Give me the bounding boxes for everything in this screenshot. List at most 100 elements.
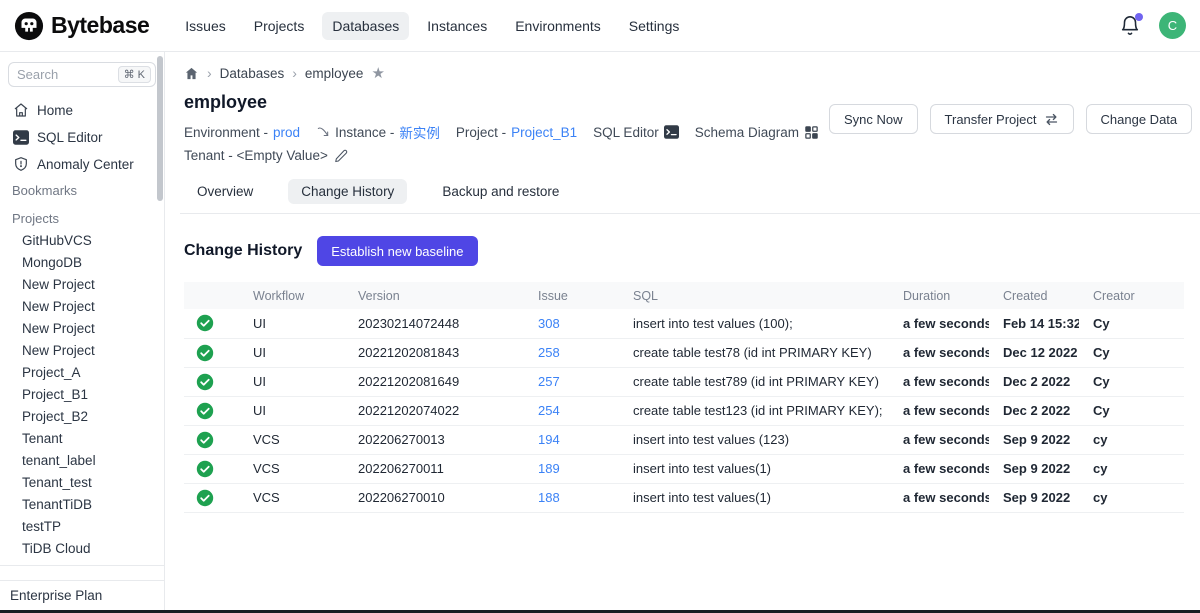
- sidebar-project-item[interactable]: Tenant: [8, 427, 156, 449]
- issue-link[interactable]: 189: [538, 461, 560, 476]
- edit-pencil-icon[interactable]: [334, 149, 348, 163]
- sidebar-project-item[interactable]: GitHubVCS: [8, 229, 156, 251]
- favorite-star-icon[interactable]: ★: [371, 64, 384, 82]
- version-cell: 202206270013: [344, 425, 524, 454]
- sidebar-project-item[interactable]: Project_B2: [8, 405, 156, 427]
- sidebar-project-item[interactable]: tenant_label: [8, 449, 156, 471]
- search-shortcut-badge: ⌘ K: [118, 66, 151, 83]
- project-link[interactable]: Project_B1: [511, 125, 577, 140]
- home-icon: [12, 102, 29, 118]
- issue-link[interactable]: 308: [538, 316, 560, 331]
- table-column-header: Issue: [524, 282, 619, 309]
- sidebar-item-label: Anomaly Center: [37, 157, 134, 172]
- establish-baseline-button[interactable]: Establish new baseline: [317, 236, 477, 266]
- sidebar-project-item[interactable]: Project_A: [8, 361, 156, 383]
- creator-cell: Cy: [1079, 396, 1184, 425]
- history-table-row[interactable]: UI 20221202074022 254 create table test1…: [184, 396, 1184, 425]
- sidebar-section-projects[interactable]: Projects: [8, 207, 156, 229]
- issue-cell: 188: [524, 483, 619, 512]
- bytebase-logo[interactable]: Bytebase: [14, 11, 149, 41]
- tab[interactable]: Overview: [184, 179, 266, 204]
- sidebar-project-item[interactable]: New Project: [8, 317, 156, 339]
- sidebar-project-item[interactable]: Tenant_test: [8, 471, 156, 493]
- history-table-row[interactable]: VCS 202206270010 188 insert into test va…: [184, 483, 1184, 512]
- sidebar-section-bookmarks[interactable]: Bookmarks: [8, 179, 156, 201]
- sidebar-project-item[interactable]: New Project: [8, 273, 156, 295]
- history-table-row[interactable]: VCS 202206270011 189 insert into test va…: [184, 454, 1184, 483]
- sidebar-plan-label[interactable]: Enterprise Plan: [0, 580, 164, 613]
- sidebar-project-item[interactable]: Project_B1: [8, 383, 156, 405]
- tab[interactable]: Change History: [288, 179, 407, 204]
- instance-meta: Instance - 新实例: [316, 122, 440, 142]
- creator-cell: Cy: [1079, 309, 1184, 338]
- sidebar-scrollbar[interactable]: [157, 56, 163, 201]
- button-label: Sync Now: [844, 112, 903, 127]
- table-body: UI 20230214072448 308 insert into test v…: [184, 309, 1184, 512]
- sidebar-item-anomaly-center[interactable]: Anomaly Center: [8, 153, 156, 175]
- sidebar-project-item[interactable]: testTP: [8, 515, 156, 537]
- sidebar-search[interactable]: ⌘ K: [8, 62, 156, 87]
- bytebase-logo-icon: [14, 11, 44, 41]
- navbar-item[interactable]: Issues: [175, 12, 235, 40]
- workflow-cell: VCS: [239, 425, 344, 454]
- sidebar-item-sql-editor[interactable]: SQL Editor: [8, 126, 156, 148]
- issue-link[interactable]: 194: [538, 432, 560, 447]
- sidebar-project-item[interactable]: TenantTiDB: [8, 493, 156, 515]
- sidebar-project-item[interactable]: New Project: [8, 295, 156, 317]
- issue-link[interactable]: 258: [538, 345, 560, 360]
- history-table-row[interactable]: UI 20221202081843 258 create table test7…: [184, 338, 1184, 367]
- navbar-item[interactable]: Instances: [417, 12, 497, 40]
- page-actions: Sync Now Transfer Project Change Data Al…: [829, 104, 1200, 134]
- navbar-item[interactable]: Settings: [619, 12, 690, 40]
- sidebar-project-item[interactable]: TiDB Cloud: [8, 537, 156, 559]
- history-table-row[interactable]: UI 20230214072448 308 insert into test v…: [184, 309, 1184, 338]
- project-label: Project -: [456, 125, 506, 140]
- duration-cell: a few seconds: [889, 338, 989, 367]
- breadcrumb-databases[interactable]: Databases: [220, 66, 285, 81]
- navbar-right: C: [1119, 12, 1186, 39]
- creator-cell: cy: [1079, 454, 1184, 483]
- created-cell: Sep 9 2022: [989, 483, 1079, 512]
- change-data-button[interactable]: Change Data: [1086, 104, 1193, 134]
- breadcrumb-home-icon[interactable]: [184, 66, 199, 81]
- schema-diagram-shortcut[interactable]: Schema Diagram: [695, 125, 819, 140]
- history-table-row[interactable]: UI 20221202081649 257 create table test7…: [184, 367, 1184, 396]
- history-table-row[interactable]: VCS 202206270013 194 insert into test va…: [184, 425, 1184, 454]
- sync-now-button[interactable]: Sync Now: [829, 104, 918, 134]
- duration-cell: a few seconds: [889, 454, 989, 483]
- navbar-item[interactable]: Environments: [505, 12, 611, 40]
- notification-bell-icon[interactable]: [1119, 15, 1141, 37]
- table-column-header: Created: [989, 282, 1079, 309]
- issue-link[interactable]: 254: [538, 403, 560, 418]
- button-label: Change Data: [1101, 112, 1178, 127]
- database-meta-line: Environment - prod Instance - 新实例 Projec…: [184, 122, 829, 142]
- user-avatar[interactable]: C: [1159, 12, 1186, 39]
- sql-editor-label: SQL Editor: [593, 125, 659, 140]
- status-cell: [184, 483, 239, 512]
- navbar-item[interactable]: Databases: [322, 12, 409, 40]
- sql-editor-shortcut[interactable]: SQL Editor: [593, 125, 679, 140]
- version-cell: 20221202081843: [344, 338, 524, 367]
- tab[interactable]: Backup and restore: [429, 179, 572, 204]
- table-header-row: WorkflowVersionIssueSQLDurationCreatedCr…: [184, 282, 1184, 309]
- workflow-cell: VCS: [239, 483, 344, 512]
- issue-link[interactable]: 188: [538, 490, 560, 505]
- creator-cell: cy: [1079, 425, 1184, 454]
- instance-engine-icon: [316, 125, 330, 139]
- sql-cell: insert into test values (123): [619, 425, 889, 454]
- version-cell: 20230214072448: [344, 309, 524, 338]
- table-column-header: [184, 282, 239, 309]
- created-cell: Sep 9 2022: [989, 454, 1079, 483]
- environment-link[interactable]: prod: [273, 125, 300, 140]
- change-history-header: Change History Establish new baseline: [184, 236, 1185, 266]
- search-input[interactable]: [17, 67, 103, 82]
- transfer-project-button[interactable]: Transfer Project: [930, 104, 1074, 134]
- environment-meta: Environment - prod: [184, 125, 300, 140]
- sidebar-item-home[interactable]: Home: [8, 99, 156, 121]
- instance-link[interactable]: 新实例: [399, 122, 440, 142]
- sidebar-project-item[interactable]: New Project: [8, 339, 156, 361]
- sidebar-project-item[interactable]: MongoDB: [8, 251, 156, 273]
- navbar-item[interactable]: Projects: [244, 12, 315, 40]
- issue-link[interactable]: 257: [538, 374, 560, 389]
- page-header: employee Environment - prod Instance - 新…: [184, 92, 1185, 163]
